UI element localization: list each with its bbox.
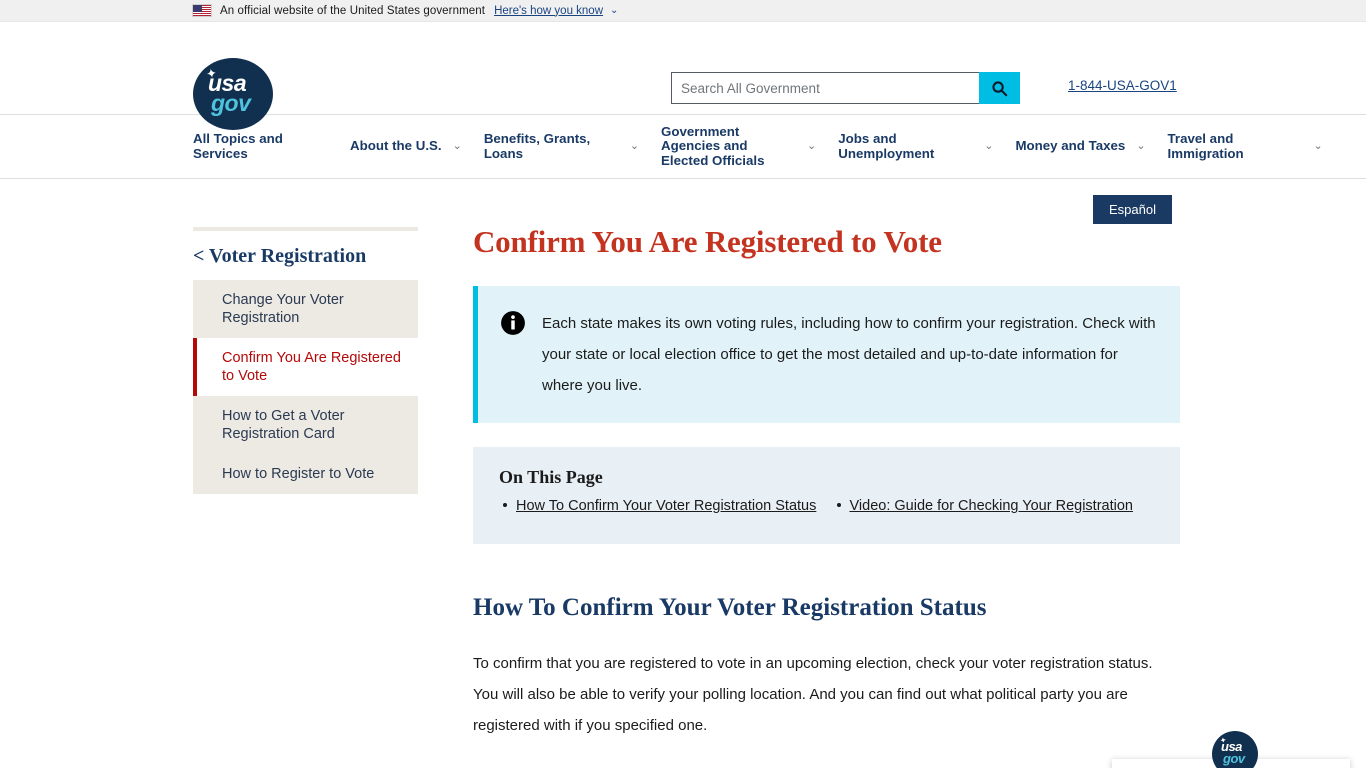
- chevron-down-icon: ⌄: [629, 140, 640, 152]
- on-this-page-title: On This Page: [499, 467, 603, 487]
- chat-popup: ✦ usa gov ✕ Got any questions? I'm happy…: [1112, 731, 1350, 768]
- sidebar: < Voter Registration Change Your Voter R…: [193, 224, 418, 741]
- page-title: Confirm You Are Registered to Vote: [473, 224, 942, 259]
- nav-item-label: Travel and Immigration: [1167, 131, 1244, 161]
- search-form: [671, 72, 1020, 104]
- on-this-page-link-how-to-confirm[interactable]: How To Confirm Your Voter Registration S…: [516, 496, 816, 516]
- nav-item-label: Jobs and Unemployment: [838, 131, 935, 161]
- page-body: Español < Voter Registration Change Your…: [0, 179, 1366, 768]
- sidebar-item-how-to-get-voter-registration-card[interactable]: How to Get a Voter Registration Card: [193, 396, 418, 454]
- chevron-down-icon: ⌄: [807, 140, 817, 152]
- main-content: Confirm You Are Registered to Vote Each …: [418, 224, 1366, 741]
- nav-item-label: All Topics and Services: [193, 131, 283, 161]
- espanol-button[interactable]: Español: [1093, 195, 1172, 224]
- gov-banner: An official website of the United States…: [0, 0, 1366, 22]
- nav-item-label: Money and Taxes: [1015, 138, 1126, 154]
- language-toggle-row: Español: [0, 179, 1366, 224]
- bullet-icon: [836, 503, 841, 507]
- on-this-page-column: How To Confirm Your Voter Registration S…: [499, 496, 821, 516]
- nav-item-benefits-grants-loans[interactable]: Benefits, Grants, Loans ⌄: [483, 131, 640, 161]
- sidebar-item-change-your-voter-registration[interactable]: Change Your Voter Registration: [193, 280, 418, 338]
- sidebar-list: Change Your Voter Registration Confirm Y…: [193, 280, 418, 494]
- nav-item-money-taxes[interactable]: Money and Taxes ⌄: [1015, 139, 1145, 154]
- on-this-page-box: On This Page How To Confirm Your Voter R…: [473, 447, 1180, 544]
- sidebar-back-link[interactable]: < Voter Registration: [193, 245, 418, 268]
- site-header: ✦ usa gov 1-844-USA-GOV1: [0, 22, 1366, 130]
- logo-gov-text: gov: [211, 90, 251, 116]
- us-flag-icon: [192, 4, 212, 17]
- nav-item-label: Government Agencies and Elected Official…: [661, 123, 765, 168]
- list-item: Video: Guide for Checking Your Registrat…: [833, 496, 1155, 516]
- nav-item-label: About the U.S.: [350, 138, 442, 154]
- heres-how-you-know-link[interactable]: Here's how you know: [494, 5, 603, 17]
- search-input[interactable]: [671, 72, 979, 104]
- nav-item-label: Benefits, Grants, Loans: [483, 131, 591, 161]
- sidebar-item-how-to-register-to-vote[interactable]: How to Register to Vote: [193, 454, 418, 494]
- nav-item-jobs-unemployment[interactable]: Jobs and Unemployment ⌄: [838, 131, 994, 161]
- sidebar-divider: [193, 227, 418, 231]
- chat-avatar-gov-text: gov: [1223, 751, 1245, 766]
- section-paragraph: To confirm that you are registered to vo…: [473, 655, 1153, 734]
- bullet-icon: [503, 503, 507, 507]
- section-heading: How To Confirm Your Voter Registration S…: [473, 594, 987, 621]
- nav-item-travel-immigration[interactable]: Travel and Immigration ⌄: [1167, 131, 1323, 161]
- chevron-down-icon: ⌄: [1136, 140, 1146, 152]
- sidebar-item-confirm-registered-to-vote[interactable]: Confirm You Are Registered to Vote: [193, 338, 418, 396]
- on-this-page-link-video-guide[interactable]: Video: Guide for Checking Your Registrat…: [850, 496, 1133, 516]
- content-columns: < Voter Registration Change Your Voter R…: [0, 224, 1366, 741]
- chevron-down-icon: ⌄: [452, 140, 462, 152]
- banner-text: An official website of the United States…: [220, 4, 486, 17]
- chevron-down-icon[interactable]: ⌄: [610, 5, 618, 16]
- list-item: How To Confirm Your Voter Registration S…: [499, 496, 821, 516]
- info-circle-icon: [501, 311, 525, 335]
- phone-link[interactable]: 1-844-USA-GOV1: [1068, 78, 1177, 93]
- search-button[interactable]: [979, 72, 1020, 104]
- usagov-logo[interactable]: ✦ usa gov: [193, 58, 273, 130]
- chevron-down-icon: ⌄: [1313, 140, 1323, 152]
- nav-item-all-topics[interactable]: All Topics and Services: [193, 131, 328, 161]
- search-icon: [992, 80, 1008, 96]
- on-this-page-list: How To Confirm Your Voter Registration S…: [499, 496, 1154, 516]
- info-callout: Each state makes its own voting rules, i…: [473, 286, 1180, 423]
- callout-text: Each state makes its own voting rules, i…: [542, 315, 1156, 394]
- nav-item-government-agencies[interactable]: Government Agencies and Elected Official…: [661, 123, 817, 169]
- logo-circle: ✦ usa gov: [193, 58, 273, 130]
- nav-item-about-us[interactable]: About the U.S. ⌄: [350, 139, 462, 154]
- chevron-down-icon: ⌄: [984, 140, 994, 152]
- on-this-page-column: Video: Guide for Checking Your Registrat…: [833, 496, 1155, 516]
